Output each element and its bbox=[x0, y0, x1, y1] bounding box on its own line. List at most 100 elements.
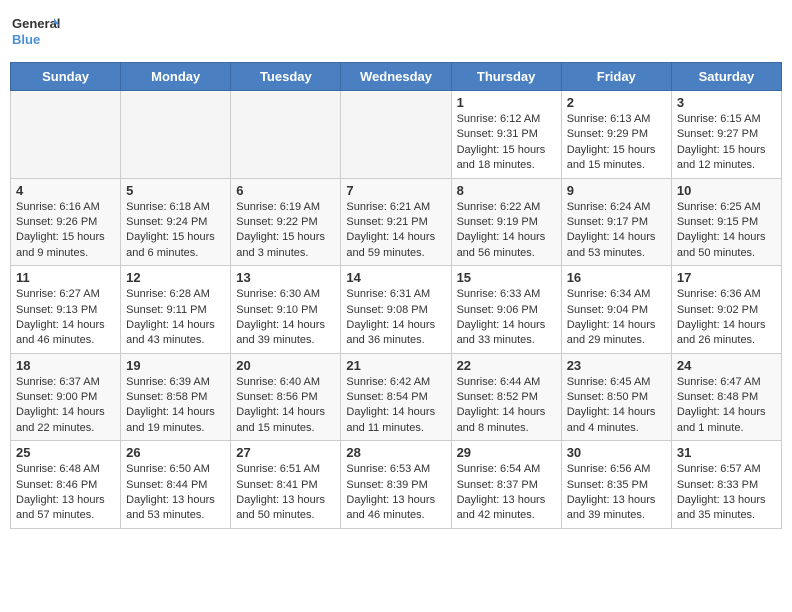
cell-date: 10 bbox=[677, 183, 776, 198]
cell-date: 9 bbox=[567, 183, 666, 198]
cell-info: Sunrise: 6:42 AMSunset: 8:54 PMDaylight:… bbox=[346, 375, 445, 437]
cell-date: 27 bbox=[236, 445, 335, 460]
calendar-week-row: 4Sunrise: 6:16 AMSunset: 9:26 PMDaylight… bbox=[11, 178, 782, 266]
cell-date: 20 bbox=[236, 358, 335, 373]
cell-date: 29 bbox=[457, 445, 556, 460]
calendar-cell: 15 Sunrise: 6:33 AMSunset: 9:06 PMDayligh… bbox=[451, 266, 561, 354]
calendar-body: 1 Sunrise: 6:12 AMSunset: 9:31 PMDaylight… bbox=[11, 91, 782, 529]
calendar-cell: 31 Sunrise: 6:57 AMSunset: 8:33 PMDayligh… bbox=[671, 441, 781, 529]
cell-date: 11 bbox=[16, 270, 115, 285]
calendar-cell: 9 Sunrise: 6:24 AMSunset: 9:17 PMDaylight… bbox=[561, 178, 671, 266]
calendar-cell: 12 Sunrise: 6:28 AMSunset: 9:11 PMDayligh… bbox=[121, 266, 231, 354]
calendar-week-row: 18 Sunrise: 6:37 AMSunset: 9:00 PMDayligh… bbox=[11, 353, 782, 441]
cell-info: Sunrise: 6:31 AMSunset: 9:08 PMDaylight:… bbox=[346, 287, 445, 349]
cell-date: 2 bbox=[567, 95, 666, 110]
calendar-cell: 30Sunrise: 6:56 AMSunset: 8:35 PMDayligh… bbox=[561, 441, 671, 529]
cell-info: Sunrise: 6:27 AMSunset: 9:13 PMDaylight:… bbox=[16, 287, 115, 349]
calendar-cell: 28Sunrise: 6:53 AMSunset: 8:39 PMDayligh… bbox=[341, 441, 451, 529]
cell-date: 25 bbox=[16, 445, 115, 460]
cell-date: 1 bbox=[457, 95, 556, 110]
cell-date: 15 bbox=[457, 270, 556, 285]
cell-info: Sunrise: 6:12 AMSunset: 9:31 PMDaylight:… bbox=[457, 112, 556, 174]
calendar-cell: 25 Sunrise: 6:48 AMSunset: 8:46 PMDayligh… bbox=[11, 441, 121, 529]
calendar-cell: 23Sunrise: 6:45 AMSunset: 8:50 PMDayligh… bbox=[561, 353, 671, 441]
calendar-cell: 1 Sunrise: 6:12 AMSunset: 9:31 PMDaylight… bbox=[451, 91, 561, 179]
cell-date: 18 bbox=[16, 358, 115, 373]
calendar-cell bbox=[341, 91, 451, 179]
cell-info: Sunrise: 6:30 AMSunset: 9:10 PMDaylight:… bbox=[236, 287, 335, 349]
calendar-cell: 3 Sunrise: 6:15 AMSunset: 9:27 PMDaylight… bbox=[671, 91, 781, 179]
calendar-cell: 6 Sunrise: 6:19 AMSunset: 9:22 PMDaylight… bbox=[231, 178, 341, 266]
cell-date: 28 bbox=[346, 445, 445, 460]
calendar-cell: 27 Sunrise: 6:51 AMSunset: 8:41 PMDayligh… bbox=[231, 441, 341, 529]
calendar-header-row: SundayMondayTuesdayWednesdayThursdayFrid… bbox=[11, 63, 782, 91]
calendar-cell: 10 Sunrise: 6:25 AMSunset: 9:15 PMDayligh… bbox=[671, 178, 781, 266]
calendar-cell: 14 Sunrise: 6:31 AMSunset: 9:08 PMDayligh… bbox=[341, 266, 451, 354]
cell-info: Sunrise: 6:44 AMSunset: 8:52 PMDaylight:… bbox=[457, 375, 556, 437]
cell-info: Sunrise: 6:28 AMSunset: 9:11 PMDaylight:… bbox=[126, 287, 225, 349]
calendar-week-row: 25 Sunrise: 6:48 AMSunset: 8:46 PMDayligh… bbox=[11, 441, 782, 529]
cell-date: 22 bbox=[457, 358, 556, 373]
cell-info: Sunrise: 6:54 AMSunset: 8:37 PMDaylight:… bbox=[457, 462, 556, 524]
cell-info: Sunrise: 6:34 AMSunset: 9:04 PMDaylight:… bbox=[567, 287, 666, 349]
calendar-cell bbox=[121, 91, 231, 179]
cell-info: Sunrise: 6:24 AMSunset: 9:17 PMDaylight:… bbox=[567, 200, 666, 262]
cell-date: 7 bbox=[346, 183, 445, 198]
cell-info: Sunrise: 6:51 AMSunset: 8:41 PMDaylight:… bbox=[236, 462, 335, 524]
day-header-sunday: Sunday bbox=[11, 63, 121, 91]
cell-date: 31 bbox=[677, 445, 776, 460]
cell-info: Sunrise: 6:48 AMSunset: 8:46 PMDaylight:… bbox=[16, 462, 115, 524]
cell-info: Sunrise: 6:47 AMSunset: 8:48 PMDaylight:… bbox=[677, 375, 776, 437]
day-header-tuesday: Tuesday bbox=[231, 63, 341, 91]
calendar-cell: 18 Sunrise: 6:37 AMSunset: 9:00 PMDayligh… bbox=[11, 353, 121, 441]
cell-date: 8 bbox=[457, 183, 556, 198]
cell-date: 23 bbox=[567, 358, 666, 373]
calendar-cell: 22 Sunrise: 6:44 AMSunset: 8:52 PMDayligh… bbox=[451, 353, 561, 441]
cell-info: Sunrise: 6:36 AMSunset: 9:02 PMDaylight:… bbox=[677, 287, 776, 349]
day-header-monday: Monday bbox=[121, 63, 231, 91]
cell-info: Sunrise: 6:37 AMSunset: 9:00 PMDaylight:… bbox=[16, 375, 115, 437]
calendar-week-row: 1 Sunrise: 6:12 AMSunset: 9:31 PMDaylight… bbox=[11, 91, 782, 179]
calendar-cell: 19Sunrise: 6:39 AMSunset: 8:58 PMDayligh… bbox=[121, 353, 231, 441]
cell-info: Sunrise: 6:21 AMSunset: 9:21 PMDaylight:… bbox=[346, 200, 445, 262]
calendar-cell bbox=[231, 91, 341, 179]
calendar-cell: 17 Sunrise: 6:36 AMSunset: 9:02 PMDayligh… bbox=[671, 266, 781, 354]
cell-date: 17 bbox=[677, 270, 776, 285]
cell-info: Sunrise: 6:22 AMSunset: 9:19 PMDaylight:… bbox=[457, 200, 556, 262]
cell-date: 5 bbox=[126, 183, 225, 198]
calendar-table: SundayMondayTuesdayWednesdayThursdayFrid… bbox=[10, 62, 782, 529]
cell-date: 13 bbox=[236, 270, 335, 285]
calendar-cell: 11 Sunrise: 6:27 AMSunset: 9:13 PMDayligh… bbox=[11, 266, 121, 354]
cell-date: 14 bbox=[346, 270, 445, 285]
cell-info: Sunrise: 6:13 AMSunset: 9:29 PMDaylight:… bbox=[567, 112, 666, 174]
cell-info: Sunrise: 6:39 AMSunset: 8:58 PMDaylight:… bbox=[126, 375, 225, 437]
calendar-cell: 29 Sunrise: 6:54 AMSunset: 8:37 PMDayligh… bbox=[451, 441, 561, 529]
day-header-saturday: Saturday bbox=[671, 63, 781, 91]
cell-info: Sunrise: 6:40 AMSunset: 8:56 PMDaylight:… bbox=[236, 375, 335, 437]
calendar-cell: 26Sunrise: 6:50 AMSunset: 8:44 PMDayligh… bbox=[121, 441, 231, 529]
calendar-cell: 8 Sunrise: 6:22 AMSunset: 9:19 PMDaylight… bbox=[451, 178, 561, 266]
calendar-cell: 2 Sunrise: 6:13 AMSunset: 9:29 PMDaylight… bbox=[561, 91, 671, 179]
cell-date: 3 bbox=[677, 95, 776, 110]
cell-info: Sunrise: 6:57 AMSunset: 8:33 PMDaylight:… bbox=[677, 462, 776, 524]
calendar-week-row: 11 Sunrise: 6:27 AMSunset: 9:13 PMDayligh… bbox=[11, 266, 782, 354]
cell-date: 30 bbox=[567, 445, 666, 460]
svg-text:Blue: Blue bbox=[12, 32, 40, 47]
cell-info: Sunrise: 6:15 AMSunset: 9:27 PMDaylight:… bbox=[677, 112, 776, 174]
cell-info: Sunrise: 6:19 AMSunset: 9:22 PMDaylight:… bbox=[236, 200, 335, 262]
cell-info: Sunrise: 6:18 AMSunset: 9:24 PMDaylight:… bbox=[126, 200, 225, 262]
svg-text:General: General bbox=[12, 16, 60, 31]
cell-date: 6 bbox=[236, 183, 335, 198]
calendar-cell: 13 Sunrise: 6:30 AMSunset: 9:10 PMDayligh… bbox=[231, 266, 341, 354]
cell-info: Sunrise: 6:25 AMSunset: 9:15 PMDaylight:… bbox=[677, 200, 776, 262]
cell-date: 12 bbox=[126, 270, 225, 285]
calendar-cell: 21Sunrise: 6:42 AMSunset: 8:54 PMDayligh… bbox=[341, 353, 451, 441]
calendar-cell bbox=[11, 91, 121, 179]
cell-date: 4 bbox=[16, 183, 115, 198]
calendar-cell: 5 Sunrise: 6:18 AMSunset: 9:24 PMDaylight… bbox=[121, 178, 231, 266]
page-header: General Blue bbox=[10, 10, 782, 54]
day-header-friday: Friday bbox=[561, 63, 671, 91]
calendar-cell: 7 Sunrise: 6:21 AMSunset: 9:21 PMDaylight… bbox=[341, 178, 451, 266]
logo-svg: General Blue bbox=[10, 10, 60, 54]
cell-info: Sunrise: 6:33 AMSunset: 9:06 PMDaylight:… bbox=[457, 287, 556, 349]
